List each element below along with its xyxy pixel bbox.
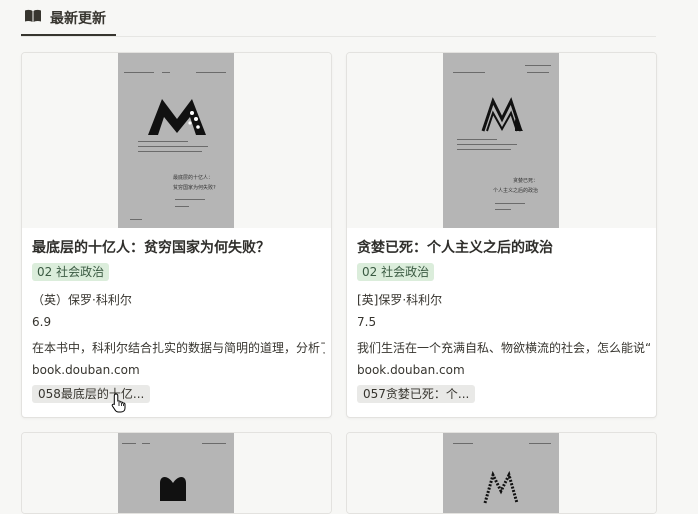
rating-field: 6.9 <box>32 315 52 329</box>
cover-logo-icon <box>160 477 186 501</box>
cover-title: 贪婪已死： <box>513 178 539 184</box>
hand-cursor-icon <box>111 393 126 413</box>
gallery-card[interactable] <box>346 432 657 514</box>
rating-field: 7.5 <box>357 315 377 329</box>
relation-chip[interactable]: 057贪婪已死：个... <box>357 385 476 403</box>
cover-logo-icon <box>481 97 523 132</box>
book-open-icon <box>24 9 42 27</box>
cover-subtitle: 贫穷国家为何失败? <box>173 185 216 191</box>
tab-latest-updates[interactable]: 最新更新 <box>24 0 106 36</box>
cover-subtitle: 个人主义之后的政治 <box>493 188 539 194</box>
relation-chip[interactable]: 058最底层的十亿... <box>32 385 151 403</box>
card-cover-area: 贪婪已死： 个人主义之后的政治 <box>347 53 656 228</box>
gallery-tab-bar: 最新更新 <box>0 0 698 38</box>
gallery-card[interactable]: 贪婪已死： 个人主义之后的政治 贪婪已死：个人主义之后的政治 02 社会政治 [… <box>346 52 657 418</box>
author-field: （英）保罗·科利尔 <box>32 293 132 307</box>
category-tag: 02 社会政治 <box>357 263 435 281</box>
tab-label: 最新更新 <box>50 11 106 27</box>
category-tag: 02 社会政治 <box>32 263 110 281</box>
book-cover-image <box>118 433 234 513</box>
cover-logo-icon <box>148 99 206 135</box>
card-title: 最底层的十亿人：贫穷国家为何失败？ <box>32 240 270 256</box>
author-field: [英]保罗·科利尔 <box>357 293 443 307</box>
card-cover-area <box>347 433 656 513</box>
card-cover-area: 最底层的十亿人： 贫穷国家为何失败? <box>22 53 331 228</box>
summary-field: 在本书中，科利尔结合扎实的数据与简明的道理，分析了 <box>32 341 325 355</box>
source-url[interactable]: book.douban.com <box>357 363 650 377</box>
book-cover-image <box>443 433 559 513</box>
book-cover-image: 最底层的十亿人： 贫穷国家为何失败? <box>118 53 234 228</box>
source-url[interactable]: book.douban.com <box>32 363 325 377</box>
gallery-card[interactable]: 最底层的十亿人： 贫穷国家为何失败? 最底层的十亿人：贫穷国家为何失败？ 02 … <box>21 52 332 418</box>
card-title: 贪婪已死：个人主义之后的政治 <box>357 240 553 256</box>
tab-divider <box>21 36 656 37</box>
book-cover-image: 贪婪已死： 个人主义之后的政治 <box>443 53 559 228</box>
summary-field: 我们生活在一个充满自私、物欲横流的社会，怎么能说“贪 <box>357 341 650 355</box>
card-cover-area <box>22 433 331 513</box>
cover-logo-icon <box>483 470 519 504</box>
cover-title: 最底层的十亿人： <box>173 175 214 181</box>
gallery-card[interactable] <box>21 432 332 514</box>
